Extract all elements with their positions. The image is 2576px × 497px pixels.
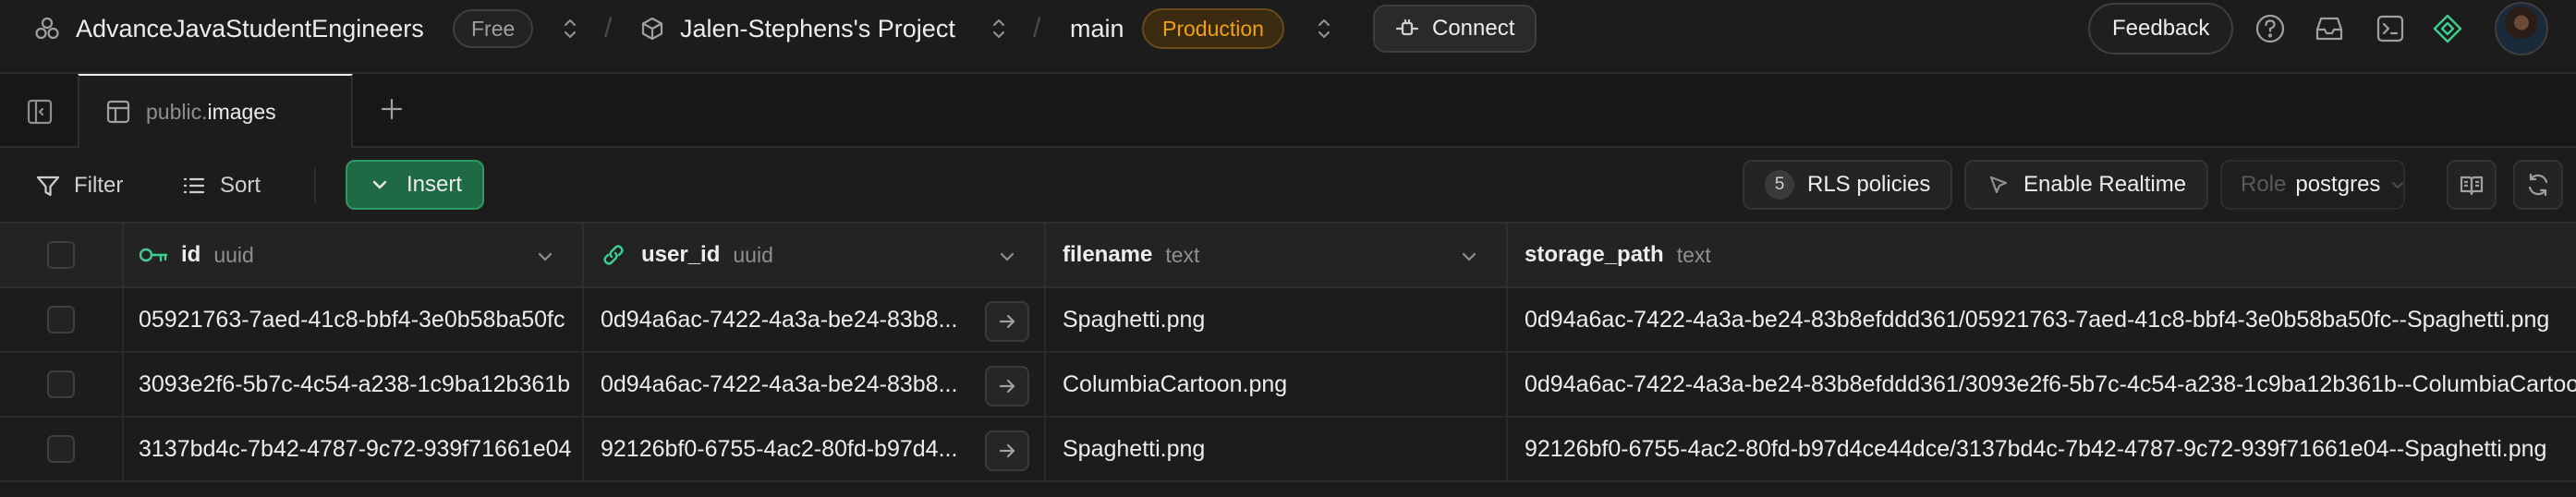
sort-icon (181, 173, 207, 199)
filter-button[interactable]: Filter (35, 164, 123, 208)
table-cell-user-id[interactable]: 0d94a6ac-7422-4a3a-be24-83b8... (584, 288, 1046, 353)
table-cell-storage-path[interactable]: 92126bf0-6755-4ac2-80fd-b97d4ce44dce/313… (1508, 418, 2576, 482)
table-cell-id[interactable]: 05921763-7aed-41c8-bbf4-3e0b58ba50fc (124, 288, 584, 353)
project-name[interactable]: Jalen-Stephens's Project (680, 0, 955, 57)
chevron-down-icon (2389, 176, 2406, 193)
filter-icon (35, 173, 61, 199)
chevron-down-icon[interactable] (1460, 248, 1478, 266)
docs-book-icon[interactable] (2447, 160, 2497, 210)
cell-value: 0d94a6ac-7422-4a3a-be24-83b8... (601, 306, 958, 333)
table-cell-filename[interactable]: Spaghetti.png (1046, 288, 1508, 353)
rls-label: RLS policies (1807, 172, 1931, 197)
column-header-id[interactable]: id uuid (124, 224, 584, 288)
connect-label: Connect (1432, 16, 1515, 41)
table-cell-storage-path[interactable]: 0d94a6ac-7422-4a3a-be24-83b8efddd361/059… (1508, 288, 2576, 353)
column-type: uuid (733, 242, 773, 267)
role-label: Role (2241, 172, 2287, 197)
column-type: uuid (213, 242, 254, 267)
inbox-icon[interactable] (2314, 13, 2345, 44)
column-header-filename[interactable]: filename text (1046, 224, 1508, 288)
plug-icon (1395, 17, 1419, 41)
environment-badge: Production (1142, 8, 1284, 49)
column-type: text (1165, 242, 1200, 267)
rls-policies-button[interactable]: 5 RLS policies (1743, 160, 1953, 210)
org-switcher-chevron-icon[interactable] (562, 0, 578, 57)
filter-label: Filter (74, 173, 124, 198)
column-header-storage-path[interactable]: storage_path text (1508, 224, 2576, 288)
foreign-key-arrow-icon[interactable] (985, 366, 1029, 406)
column-header-user-id[interactable]: user_id uuid (584, 224, 1046, 288)
column-name: id (181, 242, 201, 267)
breadcrumb-separator: / (604, 13, 613, 43)
tab-bar: public.images (0, 72, 2576, 148)
project-switcher-chevron-icon[interactable] (990, 0, 1007, 57)
refresh-icon[interactable] (2513, 160, 2563, 210)
foreign-key-arrow-icon[interactable] (985, 430, 1029, 471)
tab-public-images[interactable]: public.images (78, 74, 353, 148)
table-cell-filename[interactable]: Spaghetti.png (1046, 418, 1508, 482)
breadcrumb-separator: / (1033, 13, 1041, 43)
cursor-click-icon (1987, 173, 2011, 197)
sidebar-toggle-icon[interactable] (26, 98, 54, 126)
project-box-icon (639, 0, 665, 57)
table-cell-user-id[interactable]: 0d94a6ac-7422-4a3a-be24-83b8... (584, 353, 1046, 418)
user-avatar[interactable] (2495, 2, 2548, 55)
key-icon (139, 245, 168, 265)
help-icon[interactable] (2254, 13, 2286, 44)
add-tab-icon[interactable] (379, 96, 405, 122)
column-name: filename (1063, 242, 1153, 267)
plan-badge: Free (453, 9, 534, 48)
column-name: storage_path (1525, 242, 1664, 267)
chevron-down-icon[interactable] (536, 248, 554, 266)
select-all-checkbox[interactable] (47, 241, 75, 269)
enable-realtime-button[interactable]: Enable Realtime (1964, 160, 2209, 210)
assistant-diamond-icon[interactable] (2432, 13, 2463, 44)
insert-button[interactable]: Insert (346, 160, 485, 210)
tab-schema: public. (146, 99, 208, 124)
table-cell-user-id[interactable]: 92126bf0-6755-4ac2-80fd-b97d4... (584, 418, 1046, 482)
realtime-label: Enable Realtime (2023, 172, 2187, 197)
column-name: user_id (641, 242, 721, 267)
row-select-cell (0, 418, 124, 482)
column-type: text (1676, 242, 1711, 267)
sort-label: Sort (220, 173, 261, 198)
row-checkbox[interactable] (47, 435, 75, 463)
role-value: postgres (2295, 172, 2381, 197)
tab-table-name: images (207, 99, 276, 124)
cell-value: 0d94a6ac-7422-4a3a-be24-83b8... (601, 370, 958, 397)
organization-icon (33, 0, 61, 57)
sort-button[interactable]: Sort (181, 164, 261, 208)
insert-label: Insert (407, 172, 463, 197)
branch-name[interactable]: main (1070, 0, 1124, 57)
feedback-button[interactable]: Feedback (2088, 3, 2234, 55)
role-selector[interactable]: Role postgres (2220, 160, 2405, 210)
table-toolbar: Filter Sort Insert 5 RLS policies Enable… (0, 148, 2576, 224)
toolbar-divider (314, 168, 316, 203)
chevron-down-icon[interactable] (998, 248, 1016, 266)
table-cell-storage-path[interactable]: 0d94a6ac-7422-4a3a-be24-83b8efddd361/309… (1508, 353, 2576, 418)
branch-switcher-chevron-icon[interactable] (1316, 0, 1332, 57)
cell-value: 92126bf0-6755-4ac2-80fd-b97d4... (601, 435, 958, 462)
terminal-icon[interactable] (2375, 13, 2406, 44)
organization-name[interactable]: AdvanceJavaStudentEngineers (76, 0, 424, 57)
chevron-down-icon (370, 175, 390, 195)
select-all-header (0, 224, 124, 288)
table-icon (105, 99, 131, 125)
row-checkbox[interactable] (47, 306, 75, 333)
data-grid: id uuid user_id uuid filename text stora… (0, 224, 2576, 497)
foreign-key-arrow-icon[interactable] (985, 301, 1029, 342)
table-cell-id[interactable]: 3093e2f6-5b7c-4c54-a238-1c9ba12b361b (124, 353, 584, 418)
row-select-cell (0, 353, 124, 418)
table-cell-filename[interactable]: ColumbiaCartoon.png (1046, 353, 1508, 418)
rls-count-badge: 5 (1765, 170, 1794, 200)
row-checkbox[interactable] (47, 370, 75, 398)
table-cell-id[interactable]: 3137bd4c-7b42-4787-9c72-939f71661e04 (124, 418, 584, 482)
row-select-cell (0, 288, 124, 353)
top-navigation-bar: AdvanceJavaStudentEngineers Free / Jalen… (0, 0, 2576, 57)
link-icon (601, 242, 626, 268)
connect-button[interactable]: Connect (1373, 5, 1537, 53)
